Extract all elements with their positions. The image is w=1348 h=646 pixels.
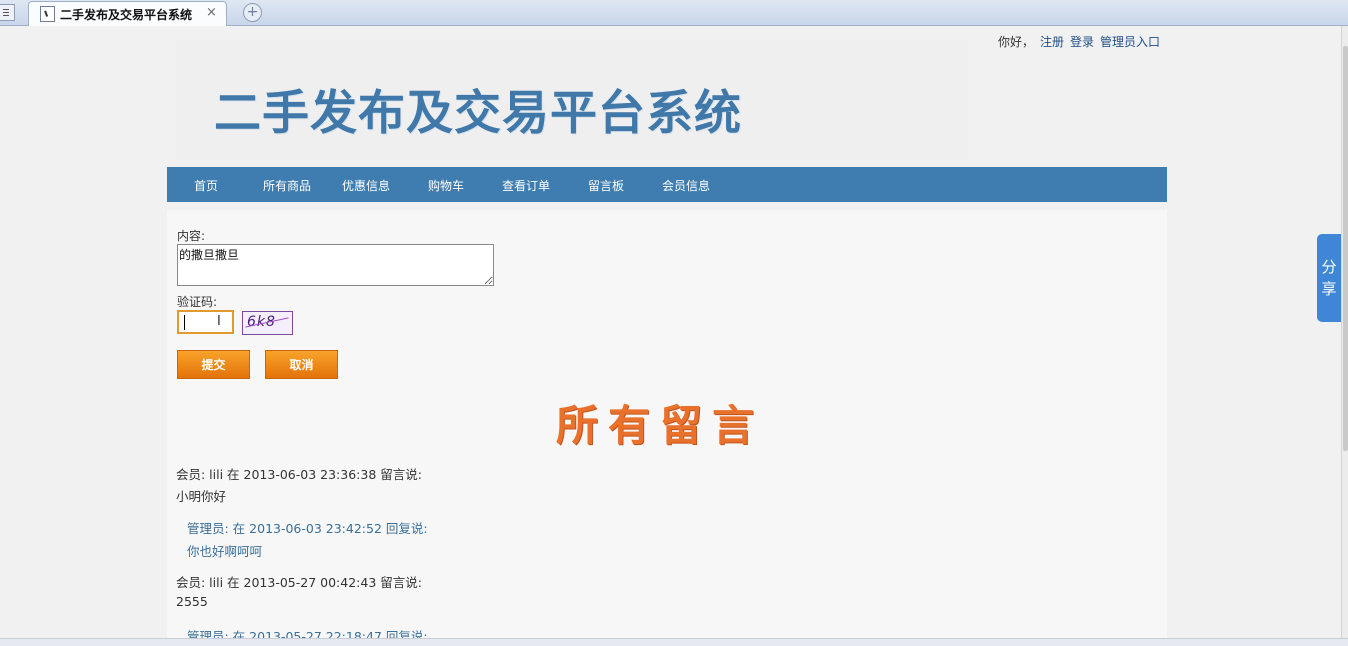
- nav-item-orders[interactable]: 查看订单: [502, 177, 550, 194]
- content-textarea[interactable]: 的撒旦撒旦: [177, 244, 494, 286]
- reply-header: 管理员: 在 2013-06-03 23:42:52 回复说:: [187, 521, 428, 536]
- new-tab-icon[interactable]: +: [243, 3, 262, 22]
- nav-item-all-products[interactable]: 所有商品: [263, 177, 311, 194]
- top-user-links: 你好， 注册 登录 管理员入口: [998, 33, 1166, 50]
- reply-body: 你也好啊呵呵: [187, 544, 263, 559]
- share-label-2: 享: [1321, 280, 1337, 298]
- scrollbar-thumb[interactable]: [1343, 46, 1348, 451]
- admin-entry-link[interactable]: 管理员入口: [1100, 35, 1160, 49]
- share-button[interactable]: 分 享: [1317, 234, 1341, 322]
- cancel-button[interactable]: 取消: [265, 350, 338, 379]
- close-tab-icon[interactable]: ×: [206, 5, 217, 20]
- browser-menu-icon[interactable]: [0, 4, 15, 21]
- share-label-1: 分: [1321, 258, 1337, 276]
- main-nav: 首页 所有商品 优惠信息 购物车 查看订单 留言板 会员信息: [167, 167, 1167, 202]
- message-body: 2555: [176, 594, 208, 609]
- content-label: 内容:: [177, 229, 206, 243]
- site-banner: 二手发布及交易平台系统: [176, 40, 966, 160]
- page-icon: [40, 6, 55, 22]
- register-link[interactable]: 注册: [1040, 35, 1064, 49]
- message-body: 小明你好: [176, 489, 227, 504]
- vertical-scrollbar[interactable]: [1341, 26, 1348, 638]
- nav-item-cart[interactable]: 购物车: [428, 177, 464, 194]
- site-title: 二手发布及交易平台系统: [214, 86, 742, 141]
- captcha-input[interactable]: I: [177, 310, 234, 334]
- submit-button[interactable]: 提交: [177, 350, 250, 379]
- captcha-label: 验证码:: [177, 295, 218, 309]
- nav-item-discounts[interactable]: 优惠信息: [342, 177, 390, 194]
- browser-tab-title: 二手发布及交易平台系统: [60, 8, 193, 22]
- login-link[interactable]: 登录: [1070, 35, 1094, 49]
- browser-tab[interactable]: 二手发布及交易平台系统 ×: [28, 1, 227, 26]
- captcha-image[interactable]: 6k8: [242, 311, 293, 335]
- nav-item-member-info[interactable]: 会员信息: [662, 177, 710, 194]
- greeting-text: 你好，: [998, 35, 1035, 49]
- ibeam-cursor-icon: I: [217, 314, 221, 329]
- browser-tab-strip: 二手发布及交易平台系统 × +: [0, 0, 1348, 26]
- nav-item-home[interactable]: 首页: [194, 177, 218, 194]
- nav-item-message-board[interactable]: 留言板: [588, 177, 624, 194]
- text-caret: [184, 315, 185, 330]
- message-header: 会员: lili 在 2013-05-27 00:42:43 留言说:: [176, 575, 422, 590]
- message-header: 会员: lili 在 2013-06-03 23:36:38 留言说:: [176, 467, 422, 482]
- all-messages-title: 所有留言: [556, 401, 765, 450]
